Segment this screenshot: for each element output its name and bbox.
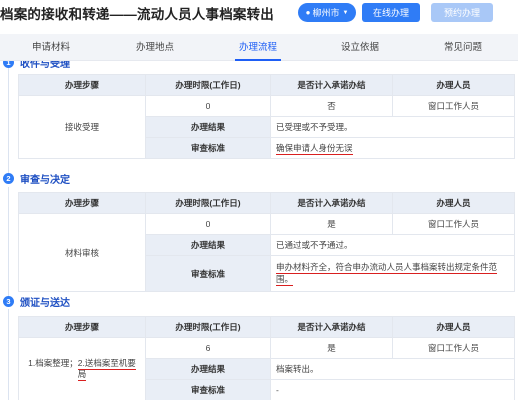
step-name: 材料审核	[18, 213, 146, 292]
step-number-badge: 3	[3, 295, 14, 307]
online-apply-button[interactable]: 在线办理	[362, 3, 420, 22]
column-header: 办理时限(工作日)	[145, 74, 271, 96]
city-label: 柳州市	[312, 8, 340, 18]
city-selector[interactable]: ● 柳州市 ▼	[298, 3, 356, 22]
time-limit: 0	[145, 95, 271, 117]
column-header: 办理步骤	[18, 192, 146, 214]
annotated-text: 2.送档案至机要局	[77, 357, 136, 381]
page-header: 档案的接收和转递——流动人员人事档案转出 ● 柳州市 ▼ 在线办理 预约办理	[0, 0, 518, 30]
result-label: 办理结果	[145, 358, 271, 380]
result-label: 办理结果	[145, 116, 271, 138]
column-header: 办理人员	[392, 74, 515, 96]
location-pin-icon: ●	[305, 8, 311, 17]
step-name-part: 1.档案整理；	[28, 357, 78, 368]
page-title: 档案的接收和转递——流动人员人事档案转出	[0, 7, 274, 22]
staff: 窗口工作人员	[392, 95, 515, 117]
timeline-line	[8, 187, 9, 297]
step-name: 接收受理	[18, 95, 146, 159]
column-header: 办理时限(工作日)	[145, 192, 271, 214]
process-table: 办理步骤 办理时限(工作日) 是否计入承诺办结 办理人员 接收受理 0 否 窗口…	[18, 74, 515, 159]
annotated-text: 确保申请人身份无误	[276, 143, 353, 155]
column-header: 办理人员	[392, 316, 515, 338]
result-value: 已通过或不予通过。	[270, 234, 515, 256]
step-name: 1.档案整理；2.送档案至机要局	[18, 337, 146, 400]
timeline-line	[8, 67, 9, 175]
standard-value: -	[270, 379, 515, 400]
column-header: 是否计入承诺办结	[270, 316, 393, 338]
standard-value: 确保申请人身份无误	[270, 137, 515, 159]
result-value: 档案转出。	[270, 358, 515, 380]
step-number-badge: 1	[3, 61, 14, 68]
standard-label: 审查标准	[145, 255, 271, 292]
tab-bar: 申请材料 办理地点 办理流程 设立依据 常见问题	[0, 34, 518, 61]
result-label: 办理结果	[145, 234, 271, 256]
standard-value: 申办材料齐全，符合申办流动人员人事档案转出规定条件范围。	[270, 255, 515, 292]
tab-process[interactable]: 办理流程	[234, 34, 282, 61]
standard-label: 审查标准	[145, 379, 271, 400]
staff: 窗口工作人员	[392, 213, 515, 235]
process-table: 办理步骤 办理时限(工作日) 是否计入承诺办结 办理人员 1.档案整理；2.送档…	[18, 316, 515, 400]
time-limit: 0	[145, 213, 271, 235]
section-title: 审查与决定	[20, 174, 70, 186]
section-title: 收件与受理	[20, 61, 70, 70]
counts-to-promise: 是	[270, 337, 393, 359]
column-header: 是否计入承诺办结	[270, 74, 393, 96]
process-content: 1 收件与受理 办理步骤 办理时限(工作日) 是否计入承诺办结 办理人员 接收受…	[0, 61, 518, 400]
column-header: 办理步骤	[18, 74, 146, 96]
column-header: 办理时限(工作日)	[145, 316, 271, 338]
chevron-down-icon: ▼	[342, 9, 349, 16]
section-header: 1 收件与受理	[0, 61, 70, 70]
counts-to-promise: 是	[270, 213, 393, 235]
section-title: 颁证与送达	[20, 297, 70, 309]
annotated-text: 申办材料齐全，符合申办流动人员人事档案转出规定条件范围。	[276, 262, 498, 286]
standard-label: 审查标准	[145, 137, 271, 159]
tab-materials[interactable]: 申请材料	[32, 34, 70, 61]
time-limit: 6	[145, 337, 271, 359]
process-table: 办理步骤 办理时限(工作日) 是否计入承诺办结 办理人员 材料审核 0 是 窗口…	[18, 192, 515, 292]
section-header: 2 审查与决定	[0, 171, 70, 186]
column-header: 是否计入承诺办结	[270, 192, 393, 214]
result-value: 已受理或不予受理。	[270, 116, 515, 138]
tab-legal-basis[interactable]: 设立依据	[341, 34, 379, 61]
step-number-badge: 2	[3, 172, 14, 184]
tab-faq[interactable]: 常见问题	[444, 34, 482, 61]
appointment-button[interactable]: 预约办理	[431, 3, 493, 22]
column-header: 办理人员	[392, 192, 515, 214]
column-header: 办理步骤	[18, 316, 146, 338]
tab-locations[interactable]: 办理地点	[136, 34, 174, 61]
timeline-line	[8, 309, 9, 400]
section-header: 3 颁证与送达	[0, 294, 70, 309]
counts-to-promise: 否	[270, 95, 393, 117]
staff: 窗口工作人员	[392, 337, 515, 359]
